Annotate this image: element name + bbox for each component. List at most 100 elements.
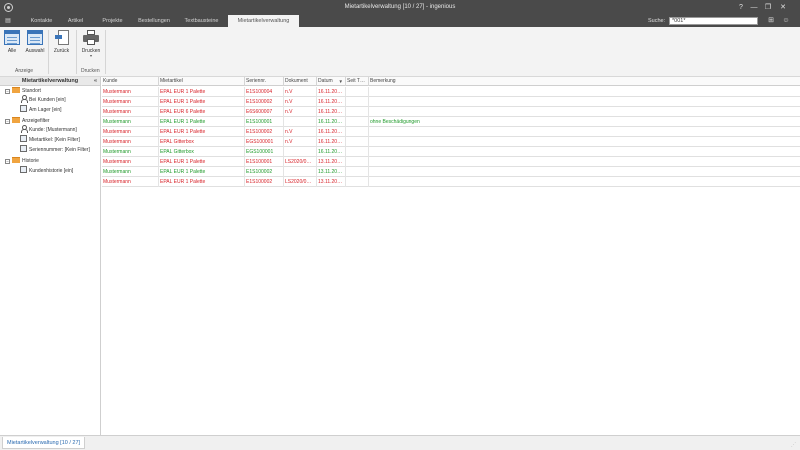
cell-kunde[interactable]: Mustermann [102, 127, 159, 137]
cell-dokument[interactable]: n.V [284, 127, 317, 137]
cell-mietartikel[interactable]: EPAL EUR 1 Palette [159, 87, 245, 97]
cell-mietartikel[interactable]: EPAL EUR 1 Palette [159, 97, 245, 107]
cell-bemerkung[interactable]: ohne Beschädigungen [369, 117, 800, 127]
cell-mietartikel[interactable]: EPAL EUR 1 Palette [159, 157, 245, 167]
cell-datum[interactable]: 16.11.20… [317, 137, 346, 147]
cell-kunde[interactable]: Mustermann [102, 117, 159, 127]
tab-kontakte[interactable]: Kontakte [24, 15, 59, 27]
table-row[interactable]: Mustermann EPAL EUR 1 Palette E1S100002 13.… [102, 167, 800, 177]
cell-seit-tagen[interactable] [346, 87, 369, 97]
cell-mietartikel[interactable]: EPAL EUR 1 Palette [159, 117, 245, 127]
collapse-sidebar-icon[interactable]: « [94, 77, 97, 86]
tree-item-standort[interactable]: Standort [12, 86, 41, 95]
tree-item-kundenhistorie[interactable]: Kundenhistorie [ein] [20, 166, 73, 175]
cell-seit-tagen[interactable] [346, 97, 369, 107]
cell-bemerkung[interactable] [369, 97, 800, 107]
cell-dokument[interactable] [284, 117, 317, 127]
toggle-anzeigefilter-icon[interactable]: − [5, 119, 10, 124]
table-row[interactable]: Mustermann EPAL EUR 1 Palette E1S100001 LS2… [102, 157, 800, 167]
cell-seit-tagen[interactable] [346, 167, 369, 177]
cell-seriennr[interactable]: E1S100001 [245, 157, 284, 167]
cell-dokument[interactable]: LS2020/0… [284, 177, 317, 187]
cell-kunde[interactable]: Mustermann [102, 177, 159, 187]
cell-datum[interactable]: 16.11.20… [317, 147, 346, 157]
column-header-dokument[interactable]: Dokument [284, 77, 317, 86]
cell-seit-tagen[interactable] [346, 107, 369, 117]
dropdown-arrow-icon[interactable]: ▾ [80, 54, 102, 58]
cell-kunde[interactable]: Mustermann [102, 137, 159, 147]
table-row[interactable]: Mustermann EPAL EUR 6 Palette E6S600007 n.V… [102, 107, 800, 117]
app-menu-icon[interactable]: ▤ [3, 17, 13, 25]
column-header-bemerkung[interactable]: Bemerkung [369, 77, 800, 86]
tab-textbausteine[interactable]: Textbausteine [175, 15, 228, 27]
tab-mietartikelverwaltung[interactable]: Mietartikelverwaltung [228, 15, 299, 27]
cell-mietartikel[interactable]: EPAL EUR 1 Palette [159, 177, 245, 187]
tab-projekte[interactable]: Projekte [92, 15, 133, 27]
cell-seit-tagen[interactable] [346, 177, 369, 187]
status-tab[interactable]: Mietartikelverwaltung [10 / 27] [2, 437, 86, 449]
cell-mietartikel[interactable]: EPAL Gitterbox [159, 147, 245, 157]
table-row[interactable]: Mustermann EPAL EUR 1 Palette E1S100002 n.V… [102, 97, 800, 107]
cell-seit-tagen[interactable] [346, 117, 369, 127]
cell-dokument[interactable]: n.V [284, 137, 317, 147]
cell-seriennr[interactable]: E1S100004 [245, 87, 284, 97]
auswahl-button[interactable]: Auswahl [24, 30, 46, 54]
zurueck-button[interactable]: Zurück [52, 30, 71, 54]
cell-seriennr[interactable]: E1S100002 [245, 97, 284, 107]
cell-seriennr[interactable]: E6S600007 [245, 107, 284, 117]
drucken-button[interactable]: Drucken ▾ [80, 30, 102, 58]
column-header-seriennr[interactable]: Seriennr. [245, 77, 284, 86]
cell-seriennr[interactable]: E1S100002 [245, 127, 284, 137]
tree-item-seriennummer-filter[interactable]: Seriennummer: [Kein Filter] [20, 145, 90, 154]
cell-datum[interactable]: 13.11.20… [317, 177, 346, 187]
cell-bemerkung[interactable] [369, 147, 800, 157]
cell-bemerkung[interactable] [369, 137, 800, 147]
cell-kunde[interactable]: Mustermann [102, 87, 159, 97]
cell-kunde[interactable]: Mustermann [102, 97, 159, 107]
cell-datum[interactable]: 16.11.20… [317, 127, 346, 137]
cell-dokument[interactable]: n.V [284, 97, 317, 107]
tree-item-anzeigefilter[interactable]: Anzeigefilter [12, 116, 50, 125]
cell-mietartikel[interactable]: EPAL EUR 1 Palette [159, 127, 245, 137]
minimize-button[interactable]: — [748, 2, 760, 13]
cell-bemerkung[interactable] [369, 87, 800, 97]
cell-bemerkung[interactable] [369, 127, 800, 137]
column-header-kunde[interactable]: Kunde [102, 77, 159, 86]
toggle-standort-icon[interactable]: − [5, 89, 10, 94]
maximize-button[interactable]: ❐ [762, 2, 774, 13]
tree-item-historie[interactable]: Historie [12, 156, 39, 165]
cell-mietartikel[interactable]: EPAL Gitterbox [159, 137, 245, 147]
cell-dokument[interactable]: n.V [284, 107, 317, 117]
table-row[interactable]: Mustermann EPAL EUR 1 Palette E1S100004 n.V… [102, 87, 800, 97]
cell-kunde[interactable]: Mustermann [102, 157, 159, 167]
cell-dokument[interactable]: n.V [284, 87, 317, 97]
tab-artikel[interactable]: Artikel [59, 15, 92, 27]
cell-datum[interactable]: 16.11.20… [317, 107, 346, 117]
user-icon[interactable]: ☺ [781, 16, 791, 26]
cell-datum[interactable]: 16.11.20… [317, 117, 346, 127]
search-input[interactable] [669, 17, 758, 25]
column-header-seit-tagen[interactable]: Seit T… [346, 77, 369, 86]
cell-seit-tagen[interactable] [346, 157, 369, 167]
table-row[interactable]: Mustermann EPAL Gitterbox EGS100001 16.11.2… [102, 147, 800, 157]
cell-mietartikel[interactable]: EPAL EUR 1 Palette [159, 167, 245, 177]
cell-seit-tagen[interactable] [346, 127, 369, 137]
cell-seit-tagen[interactable] [346, 147, 369, 157]
cell-seriennr[interactable]: E1S100002 [245, 177, 284, 187]
cell-seriennr[interactable]: EGS100001 [245, 137, 284, 147]
table-row[interactable]: Mustermann EPAL Gitterbox EGS100001 n.V 16.1… [102, 137, 800, 147]
tab-bestellungen[interactable]: Bestellungen [133, 15, 175, 27]
table-row[interactable]: Mustermann EPAL EUR 1 Palette E1S100002 LS2… [102, 177, 800, 187]
alle-button[interactable]: Alle [3, 30, 21, 54]
cell-dokument[interactable] [284, 167, 317, 177]
cell-seriennr[interactable]: E1S100002 [245, 167, 284, 177]
resize-grip-icon[interactable]: ⋰ [791, 442, 797, 448]
column-header-datum[interactable]: Datum ▼ [317, 77, 346, 86]
cell-datum[interactable]: 13.11.20… [317, 157, 346, 167]
tree-item-am-lager[interactable]: Am Lager [ein] [20, 105, 62, 114]
cell-bemerkung[interactable] [369, 157, 800, 167]
cell-bemerkung[interactable] [369, 107, 800, 117]
table-row[interactable]: Mustermann EPAL EUR 1 Palette E1S100002 n.V… [102, 127, 800, 137]
tree-item-mietartikel-filter[interactable]: Mietartikel: [Kein Filter] [20, 135, 80, 144]
cell-datum[interactable]: 13.11.20… [317, 167, 346, 177]
